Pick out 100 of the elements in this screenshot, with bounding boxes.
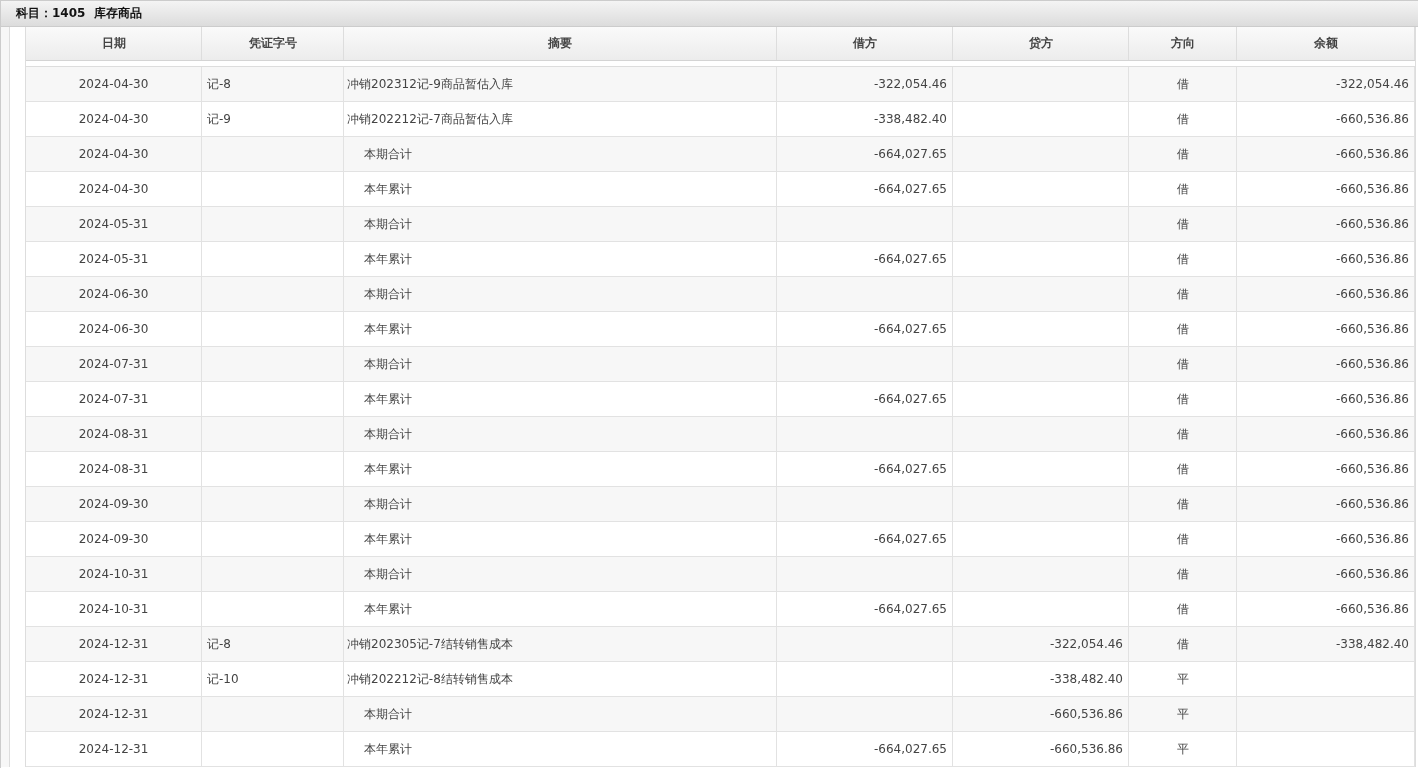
cell-text: -660,536.86: [1049, 707, 1123, 721]
column-header: 摘要: [344, 27, 777, 60]
cell-text: 借: [1176, 285, 1189, 303]
cell-text: 2024-10-31: [78, 602, 149, 616]
cell-text: 2024-07-31: [78, 357, 149, 371]
cell-text: -664,027.65: [873, 322, 947, 336]
cell-text: -664,027.65: [873, 252, 947, 266]
column-header: 余额: [1237, 27, 1415, 60]
cell-text: -660,536.86: [1335, 357, 1409, 371]
cell-text: -660,536.86: [1335, 217, 1409, 231]
cell-text: 2024-06-30: [78, 287, 149, 301]
cell-text: 本年累计: [364, 530, 412, 548]
cell-text: -660,536.86: [1335, 252, 1409, 266]
cell-text: 2024-12-31: [78, 742, 149, 756]
cell-text: 借: [1176, 320, 1189, 338]
cell-text: 2024-04-30: [78, 147, 149, 161]
cell-text: 借: [1176, 110, 1189, 128]
cell-text: -660,536.86: [1335, 532, 1409, 546]
cell-text: 借: [1176, 530, 1189, 548]
cell-text: -660,536.86: [1335, 602, 1409, 616]
cell-text: 冲销202212记-7商品暂估入库: [347, 110, 513, 128]
cell-text: 2024-09-30: [78, 497, 149, 511]
column-header: 贷方: [953, 27, 1129, 60]
cell-text: 冲销202212记-8结转销售成本: [347, 670, 513, 688]
cell-text: 本期合计: [364, 285, 412, 303]
cell-text: 借: [1176, 180, 1189, 198]
cell-text: 本年累计: [364, 740, 412, 758]
cell-text: 记-8: [207, 75, 231, 93]
cell-text: 2024-12-31: [78, 707, 149, 721]
cell-text: 借: [1176, 600, 1189, 618]
cell-text: 本年累计: [364, 600, 412, 618]
cell-text: -660,536.86: [1049, 742, 1123, 756]
cell-text: 借: [1176, 215, 1189, 233]
cell-text: 借: [1176, 565, 1189, 583]
cell-text: -660,536.86: [1335, 497, 1409, 511]
cell-text: 平: [1176, 670, 1189, 688]
column-header: 借方: [777, 27, 953, 60]
cell-text: 记-9: [207, 110, 231, 128]
cell-text: 本年累计: [364, 460, 412, 478]
cell-text: 本期合计: [364, 215, 412, 233]
cell-text: -660,536.86: [1335, 322, 1409, 336]
cell-text: 冲销202305记-7结转销售成本: [347, 635, 513, 653]
cell-text: -660,536.86: [1335, 147, 1409, 161]
cell-text: 本年累计: [364, 390, 412, 408]
cell-text: -664,027.65: [873, 392, 947, 406]
cell-text: 本年累计: [364, 320, 412, 338]
cell-text: 2024-08-31: [78, 462, 149, 476]
cell-text: 冲销202312记-9商品暂估入库: [347, 75, 513, 93]
cell-text: 2024-05-31: [78, 252, 149, 266]
cell-text: 2024-09-30: [78, 532, 149, 546]
account-title: 科目：1405 库存商品: [16, 5, 142, 22]
cell-text: -660,536.86: [1335, 112, 1409, 126]
cell-text: 本期合计: [364, 565, 412, 583]
column-header: 日期: [26, 27, 202, 60]
cell-text: 平: [1176, 740, 1189, 758]
cell-text: -664,027.65: [873, 742, 947, 756]
cell-text: -660,536.86: [1335, 182, 1409, 196]
cell-text: -660,536.86: [1335, 567, 1409, 581]
cell-text: -322,054.46: [1049, 637, 1123, 651]
cell-text: 2024-08-31: [78, 427, 149, 441]
column-header: 凭证字号: [202, 27, 344, 60]
cell-text: 借: [1176, 355, 1189, 373]
cell-text: 2024-10-31: [78, 567, 149, 581]
cell-text: -660,536.86: [1335, 462, 1409, 476]
cell-text: 本期合计: [364, 705, 412, 723]
cell-text: 借: [1176, 495, 1189, 513]
cell-text: -664,027.65: [873, 602, 947, 616]
cell-text: 记-8: [207, 635, 231, 653]
cell-text: -660,536.86: [1335, 392, 1409, 406]
cell-text: -664,027.65: [873, 532, 947, 546]
cell-text: 本期合计: [364, 355, 412, 373]
cell-text: -322,054.46: [873, 77, 947, 91]
cell-text: 借: [1176, 145, 1189, 163]
cell-text: 平: [1176, 705, 1189, 723]
cell-text: 借: [1176, 635, 1189, 653]
cell-text: 2024-07-31: [78, 392, 149, 406]
cell-text: 本期合计: [364, 145, 412, 163]
cell-text: 本期合计: [364, 495, 412, 513]
cell-text: 借: [1176, 460, 1189, 478]
cell-text: 借: [1176, 390, 1189, 408]
cell-text: 本年累计: [364, 250, 412, 268]
cell-text: 2024-12-31: [78, 672, 149, 686]
cell-text: 本年累计: [364, 180, 412, 198]
cell-text: -664,027.65: [873, 147, 947, 161]
cell-text: -338,482.40: [1049, 672, 1123, 686]
cell-text: 2024-12-31: [78, 637, 149, 651]
cell-text: 2024-04-30: [78, 112, 149, 126]
cell-text: 本期合计: [364, 425, 412, 443]
cell-text: 记-10: [207, 670, 239, 688]
cell-text: -664,027.65: [873, 182, 947, 196]
cell-text: -338,482.40: [873, 112, 947, 126]
cell-text: 借: [1176, 75, 1189, 93]
cell-text: 借: [1176, 250, 1189, 268]
cell-text: -660,536.86: [1335, 427, 1409, 441]
cell-text: -664,027.65: [873, 462, 947, 476]
cell-text: 借: [1176, 425, 1189, 443]
cell-text: 2024-05-31: [78, 217, 149, 231]
cell-text: 2024-04-30: [78, 182, 149, 196]
cell-text: -322,054.46: [1335, 77, 1409, 91]
column-header: 方向: [1129, 27, 1237, 60]
